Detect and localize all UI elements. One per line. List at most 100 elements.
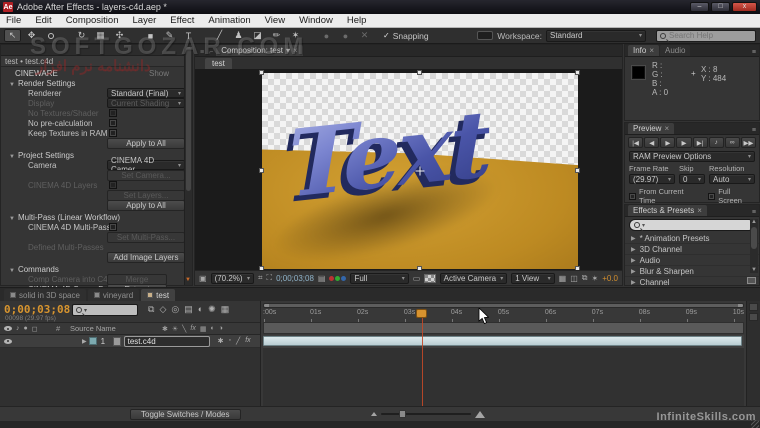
menu-item[interactable]: Layer: [133, 15, 157, 26]
effects-scrollbar[interactable]: ▲ ▼: [750, 219, 758, 273]
selection-handle[interactable]: [575, 70, 580, 75]
close-tab-icon[interactable]: ×: [697, 206, 702, 215]
menu-item[interactable]: File: [6, 15, 21, 26]
renderer-dropdown[interactable]: Standard (Final) ▾: [107, 88, 185, 98]
transport-button[interactable]: ▶|: [692, 137, 708, 148]
apply-to-all-button[interactable]: Apply to All: [107, 138, 185, 149]
snapshot-camera-icon[interactable]: ▤: [318, 274, 326, 283]
transport-button[interactable]: ♪: [708, 137, 724, 148]
minimize-button[interactable]: –: [690, 2, 709, 12]
ram-preview-options-dropdown[interactable]: RAM Preview Options ▾: [629, 151, 755, 162]
effect-controls-tabbar[interactable]: [1, 45, 192, 56]
time-ruler[interactable]: :00s 01s 02s 03s 04s 05s 06s 07s 08s 09s 10s: [263, 309, 744, 322]
transport-button[interactable]: |◀: [628, 137, 644, 148]
from-current-time-checkbox[interactable]: From Current Time: [629, 187, 700, 205]
layer-switches[interactable]: ✱ ◦ ╱ fx: [218, 337, 251, 345]
eraser-tool-icon[interactable]: ◪: [249, 29, 266, 42]
selection-handle[interactable]: [259, 168, 264, 173]
pen-tool-icon[interactable]: ✎: [161, 29, 178, 42]
composition-image[interactable]: Text Text: [262, 73, 578, 269]
maximize-button[interactable]: □: [711, 2, 730, 12]
timeline-zoom-slider[interactable]: [370, 410, 485, 418]
scroll-down-icon[interactable]: ▼: [750, 267, 758, 273]
selection-handle[interactable]: [575, 266, 580, 270]
snapping-toggle[interactable]: ✓ Snapping: [383, 31, 429, 41]
help-search-input[interactable]: [669, 31, 749, 40]
frame-rate-dropdown[interactable]: (29.97) ▾: [629, 174, 675, 184]
selection-handle[interactable]: [417, 70, 422, 75]
layer-name[interactable]: test.c4d: [123, 335, 210, 347]
layer-label-color[interactable]: [88, 337, 97, 345]
section-multipass[interactable]: Multi-Pass (Linear Workflow): [9, 213, 120, 222]
effects-category[interactable]: * Animation Presets: [625, 233, 759, 244]
twirl-icon[interactable]: ▶: [82, 338, 87, 345]
add-image-layers-button[interactable]: Add Image Layers: [107, 252, 185, 263]
zoom-out-mountain-icon[interactable]: [370, 412, 377, 416]
timeline-navigator-bar[interactable]: [263, 303, 744, 308]
comp-marker-button[interactable]: [749, 303, 758, 311]
scroll-down-arrow-icon[interactable]: ▼: [185, 277, 191, 283]
menu-item[interactable]: Help: [347, 15, 367, 26]
comp-button[interactable]: [749, 313, 758, 321]
zoom-in-mountain-icon[interactable]: [474, 410, 485, 418]
camera-tool-icon[interactable]: ▦: [92, 29, 109, 42]
skip-dropdown[interactable]: 0 ▾: [679, 174, 705, 184]
timeline-empty-area[interactable]: [0, 348, 260, 406]
layer-visibility-toggle[interactable]: [4, 338, 12, 344]
brush-tool-icon[interactable]: ╱: [211, 29, 228, 42]
draft-3d-icon[interactable]: ◇: [159, 304, 166, 315]
exposure-icon[interactable]: ✶: [591, 274, 598, 283]
no-precalc-checkbox[interactable]: [109, 119, 117, 127]
keep-textures-checkbox[interactable]: [109, 129, 117, 137]
menu-item[interactable]: Animation: [208, 15, 250, 26]
toggle-switches-modes-button[interactable]: Toggle Switches / Modes: [130, 408, 241, 420]
transport-button[interactable]: ◀: [644, 137, 660, 148]
effects-search[interactable]: ▾: [629, 219, 755, 231]
workspace-dropdown[interactable]: Standard ▾: [546, 29, 646, 42]
new-panel-icon[interactable]: [747, 277, 756, 284]
transport-button[interactable]: ▶▶: [740, 137, 756, 148]
grid-options-icon[interactable]: ▦: [559, 274, 567, 283]
camera-dropdown[interactable]: CINEMA 4D Camer▾: [107, 156, 185, 174]
menu-item[interactable]: Effect: [170, 15, 194, 26]
safe-zones-icon[interactable]: ⌗: [258, 273, 263, 283]
section-commands[interactable]: Commands: [9, 265, 59, 274]
effects-category[interactable]: 3D Channel: [625, 244, 759, 255]
transport-button[interactable]: ∞: [724, 137, 740, 148]
zoom-slider-thumb[interactable]: [398, 410, 406, 418]
clone-stamp-tool-icon[interactable]: ♟: [230, 29, 247, 42]
view-layout-dropdown[interactable]: 1 View ▾: [511, 272, 555, 284]
selection-handle[interactable]: [259, 266, 264, 270]
full-screen-checkbox[interactable]: Full Screen: [708, 187, 755, 205]
help-search[interactable]: [656, 29, 756, 42]
current-time-display[interactable]: 0;00;03;08: [276, 274, 314, 283]
panel-menu-icon[interactable]: ≡: [752, 209, 759, 216]
timeline-tab[interactable]: vineyard: [87, 289, 140, 301]
section-render-settings[interactable]: Render Settings: [9, 79, 75, 88]
scroll-up-icon[interactable]: ▲: [750, 219, 758, 225]
menu-item[interactable]: View: [265, 15, 285, 26]
shape-tool-icon[interactable]: ■: [142, 29, 159, 42]
effect-controls-scrollbar[interactable]: ▼: [184, 45, 192, 285]
c4d-multipass-checkbox[interactable]: [109, 223, 117, 231]
selection-tool-icon[interactable]: ↖: [4, 29, 21, 42]
menu-item[interactable]: Edit: [35, 15, 51, 26]
timeline-tab[interactable]: test: [141, 289, 176, 301]
transport-button[interactable]: ▶: [660, 137, 676, 148]
effects-presets-tab[interactable]: Effects & Presets ×: [628, 205, 707, 216]
always-preview-icon[interactable]: ▣: [199, 274, 207, 283]
source-name-column[interactable]: Source Name: [70, 324, 162, 333]
close-tab-icon[interactable]: ×: [293, 46, 298, 55]
resolution-dropdown[interactable]: Auto ▾: [709, 174, 755, 184]
puppet-pin-tool-icon[interactable]: ✶: [287, 29, 304, 42]
timeline-vertical-scrollbar[interactable]: [746, 301, 760, 406]
effects-category[interactable]: Audio: [625, 255, 759, 266]
roto-brush-tool-icon[interactable]: ✏: [268, 29, 285, 42]
close-button[interactable]: x: [732, 2, 757, 12]
graph-editor-icon[interactable]: ▦: [221, 304, 230, 315]
close-tab-icon[interactable]: ×: [649, 46, 654, 55]
transparency-grid-icon[interactable]: [424, 273, 436, 283]
layer-row-1[interactable]: ▶ 1 test.c4d ✱ ◦ ╱ fx: [0, 335, 260, 348]
layer-duration-bar[interactable]: [263, 336, 742, 346]
timeline-track-area[interactable]: [263, 348, 744, 406]
